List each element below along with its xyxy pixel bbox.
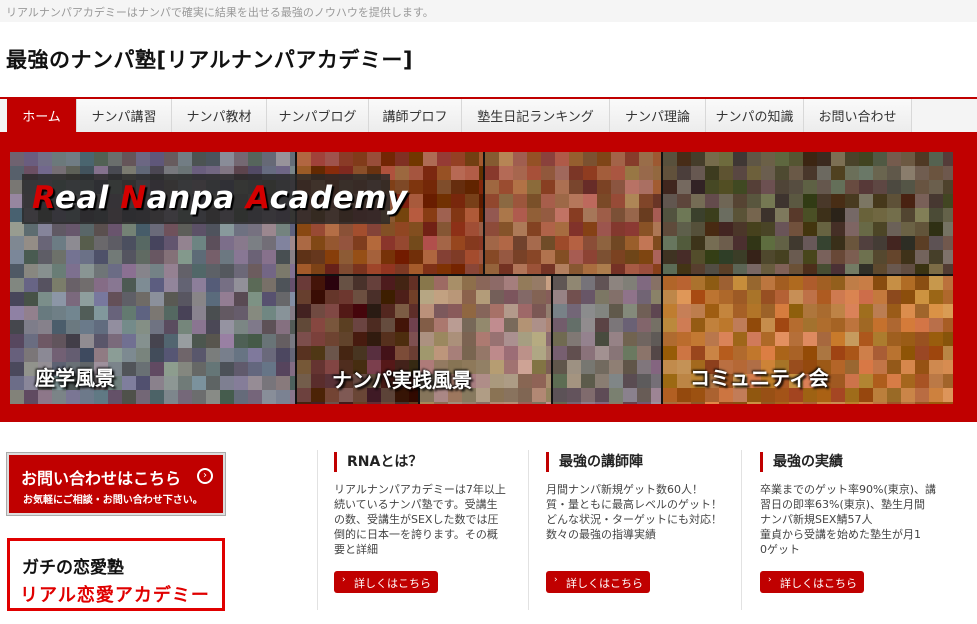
feature-text: 月間ナンパ新規ゲット数60人！ 質・量ともに最高レベルのゲット！ どんな状況・ターゲ… bbox=[546, 482, 726, 542]
feature-heading: 最強の実績 bbox=[760, 452, 843, 472]
nav-item-1[interactable]: ホーム bbox=[7, 99, 77, 132]
caption-community: コミュニティ会 bbox=[690, 366, 829, 390]
contact-button-label: お問い合わせはこちら bbox=[21, 469, 182, 488]
feature-text-line: 数々の最強の指導実績 bbox=[546, 528, 656, 541]
contact-button-sub: お気軽にご相談・お問い合わせ下さい。 bbox=[23, 495, 203, 506]
feature-text-line: 月間ナンパ新規ゲット数60人！ bbox=[546, 483, 703, 496]
caption-practice: ナンパ実践風景 bbox=[332, 368, 472, 392]
chevron-right-icon: › bbox=[554, 575, 558, 585]
feature-text-line: 習日の即率63%(東京)、塾生月間 bbox=[760, 498, 926, 511]
feature-text-line: 0ゲット bbox=[760, 543, 800, 556]
logo-word: anpa bbox=[146, 180, 247, 216]
feature-text-line: どんな状況・ターゲットにも対応！ bbox=[546, 513, 722, 526]
feature-text-line: 続いているナンパ塾です。受講生 bbox=[334, 498, 498, 511]
caption-lecture: 座学風景 bbox=[35, 366, 115, 390]
feature-text-line: 童貞から受講を始めた塾生が月1 bbox=[760, 528, 921, 541]
main-nav: ホーム ナンパ講習 ナンパ教材 ナンパブログ 講師プロフ 塾生日記ランキング ナンパ理論 ナン… bbox=[0, 97, 977, 133]
nav-item-3[interactable]: ナンパ教材 bbox=[172, 99, 267, 132]
photo-community-1 bbox=[663, 152, 953, 274]
love-academy-title: ガチの恋愛塾 bbox=[22, 558, 124, 578]
column-divider bbox=[317, 450, 318, 610]
feature-text-line: 質・量ともに最高レベルのゲット！ bbox=[546, 498, 722, 511]
details-button-label: 詳しくはこちら bbox=[354, 577, 431, 590]
logo-initial: N bbox=[120, 180, 147, 216]
details-button[interactable]: › 詳しくはこちら bbox=[546, 571, 650, 593]
feature-text-line: ナンパ新規SEX鯖57人 bbox=[760, 513, 873, 526]
contact-button[interactable]: お問い合わせはこちら › お気軽にご相談・お問い合わせ下さい。 bbox=[7, 453, 225, 515]
nav-item-9[interactable]: お問い合わせ bbox=[804, 99, 912, 132]
feature-heading: 最強の講師陣 bbox=[546, 452, 643, 472]
feature-text-line: の数、受講生がSEXした数では圧 bbox=[334, 513, 499, 526]
feature-text: 卒業までのゲット率90%(東京)、講 習日の即率63%(東京)、塾生月間 ナンパ新規… bbox=[760, 482, 940, 557]
banner-logo: Real Nanpa Academy bbox=[32, 180, 408, 216]
arrow-circle-icon: › bbox=[197, 468, 213, 484]
tagline-bar: リアルナンパアカデミーはナンパで確実に結果を出せる最強のノウハウを提供します。 bbox=[0, 0, 977, 22]
feature-text-line: リアルナンパアカデミーは7年以上 bbox=[334, 483, 506, 496]
site-title[interactable]: 最強のナンパ塾[リアルナンパアカデミー] bbox=[6, 44, 413, 74]
feature-text-line: 卒業までのゲット率90%(東京)、講 bbox=[760, 483, 937, 496]
chevron-right-icon: › bbox=[768, 575, 772, 585]
details-button[interactable]: › 詳しくはこちら bbox=[334, 571, 438, 593]
feature-heading: RNAとは？ bbox=[334, 452, 422, 472]
logo-initial: A bbox=[246, 180, 270, 216]
logo-initial: R bbox=[32, 180, 55, 216]
nav-items: ホーム ナンパ講習 ナンパ教材 ナンパブログ 講師プロフ 塾生日記ランキング ナンパ理論 ナン… bbox=[7, 99, 912, 132]
feature-text: リアルナンパアカデミーは7年以上 続いているナンパ塾です。受講生 の数、受講生がSE… bbox=[334, 482, 514, 557]
chevron-right-icon: › bbox=[342, 575, 346, 585]
logo-word: cademy bbox=[269, 180, 408, 216]
nav-item-7[interactable]: ナンパ理論 bbox=[610, 99, 706, 132]
details-button[interactable]: › 詳しくはこちら bbox=[760, 571, 864, 593]
site-tagline: リアルナンパアカデミーはナンパで確実に結果を出せる最強のノウハウを提供します。 bbox=[6, 6, 434, 19]
love-academy-name: リアル恋愛アカデミー bbox=[20, 585, 210, 606]
photo-practice-5 bbox=[553, 276, 661, 404]
nav-item-6[interactable]: 塾生日記ランキング bbox=[462, 99, 610, 132]
nav-item-4[interactable]: ナンパブログ bbox=[267, 99, 369, 132]
feature-column-2: 最強の講師陣月間ナンパ新規ゲット数60人！ 質・量ともに最高レベルのゲット！ どんな… bbox=[546, 450, 736, 624]
hero-banner[interactable]: Real Nanpa Academy 座学風景 ナンパ実践風景 コミュニティ会 bbox=[10, 152, 953, 404]
column-divider bbox=[741, 450, 742, 610]
nav-item-5[interactable]: 講師プロフ bbox=[369, 99, 462, 132]
nav-item-8[interactable]: ナンパの知識 bbox=[706, 99, 804, 132]
logo-word: eal bbox=[54, 180, 121, 216]
feature-column-1: RNAとは？ リアルナンパアカデミーは7年以上 続いているナンパ塾です。受講生 の数、… bbox=[334, 450, 524, 624]
details-button-label: 詳しくはこちら bbox=[780, 577, 857, 590]
love-academy-banner[interactable]: ガチの恋愛塾 リアル恋愛アカデミー bbox=[7, 538, 225, 611]
feature-text-line: 倒的に日本一を誇ります。その概 bbox=[334, 528, 498, 541]
feature-text-line: 要と詳細 bbox=[334, 543, 378, 556]
details-button-label: 詳しくはこちら bbox=[566, 577, 643, 590]
photo-practice-2 bbox=[485, 152, 661, 274]
column-divider bbox=[528, 450, 529, 610]
feature-column-3: 最強の実績卒業までのゲット率90%(東京)、講 習日の即率63%(東京)、塾生月間… bbox=[760, 450, 950, 624]
nav-item-2[interactable]: ナンパ講習 bbox=[77, 99, 172, 132]
